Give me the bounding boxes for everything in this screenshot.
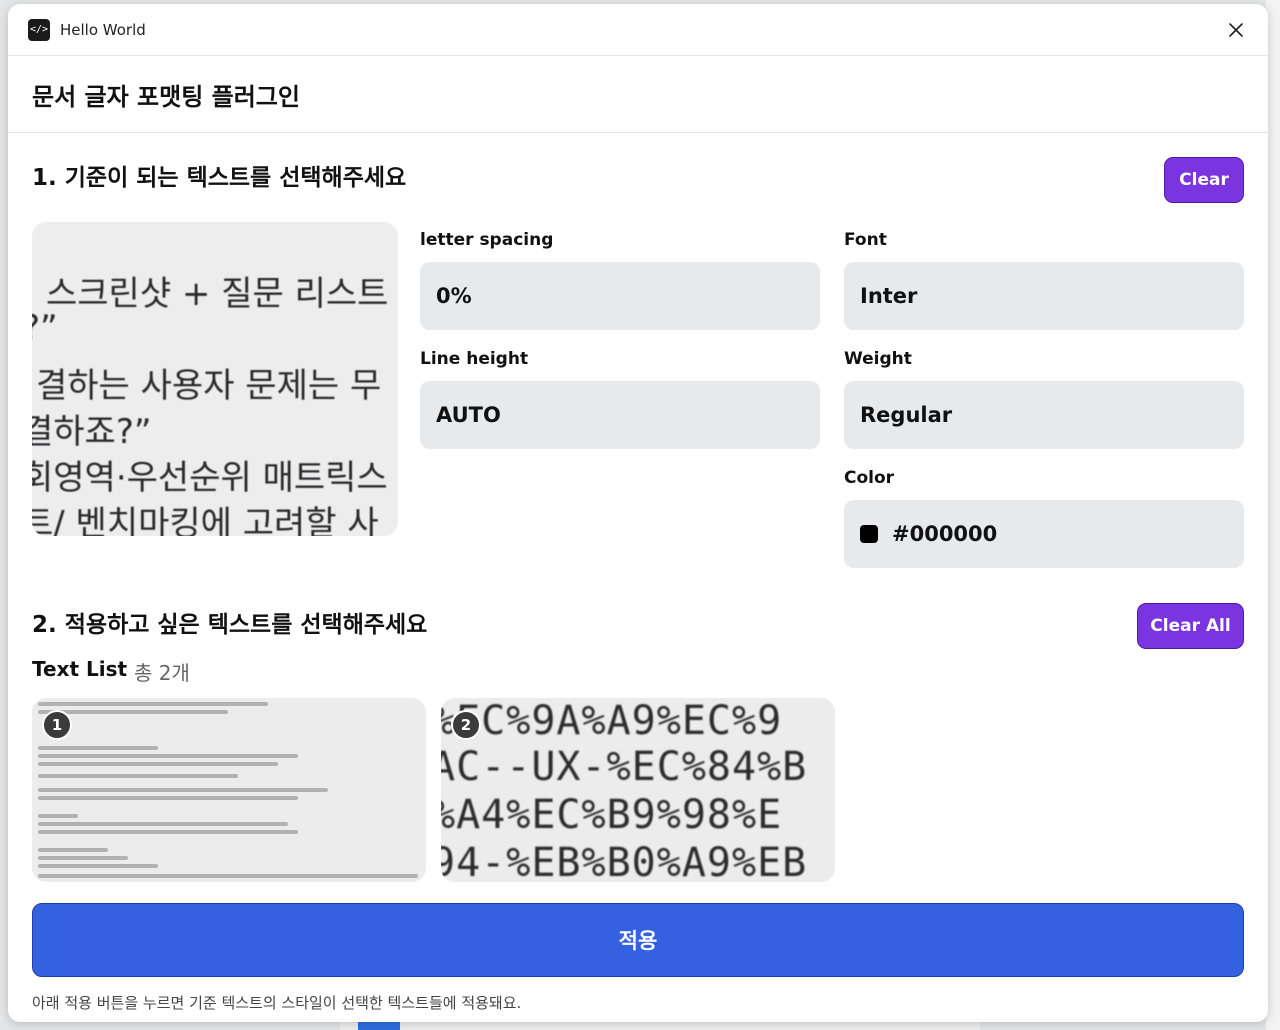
doc-line [38,814,78,818]
close-icon [1229,22,1243,37]
doc-line [38,874,418,878]
color-label: Color [844,468,895,488]
doc-line [38,762,278,766]
letter-spacing-label: letter spacing [420,230,554,250]
letter-spacing-field[interactable]: 0% [420,262,820,330]
section2-title: 2. 적용하고 싶은 텍스트를 선택해주세요 [32,612,428,638]
preview-line: 스크린샷 + 질문 리스트 [46,274,389,314]
reference-text-preview[interactable]: 스크린샷 + 질문 리스트 ?” 결하는 사용자 문제는 무 결하죠?” 회영역… [32,222,398,536]
url-line: %EC%9A%A9%EC%9 [441,698,783,744]
item-number-badge: 2 [451,710,481,740]
preview-line: 트/ 벤치마킹에 고려할 사 [32,504,379,536]
plugin-window: </> Hello World 문서 글자 포맷팅 플러그인 1. 기준이 되는… [8,4,1268,1022]
line-height-label: Line height [420,349,529,369]
doc-line [38,788,328,792]
line-height-field[interactable]: AUTO [420,381,820,449]
title-bar: </> Hello World [8,4,1268,56]
text-list-count: 총 2개 [134,661,190,685]
color-value: #000000 [892,522,998,546]
footnote: 아래 적용 버튼을 누르면 기준 텍스트의 스타일이 선택한 텍스트들에 적용돼… [32,994,522,1012]
page-title: 문서 글자 포맷팅 플러그인 [32,82,300,111]
font-field[interactable]: Inter [844,262,1244,330]
doc-line [38,754,298,758]
doc-line [38,796,298,800]
weight-field[interactable]: Regular [844,381,1244,449]
doc-line [38,864,158,868]
doc-line [38,746,158,750]
doc-line [38,856,128,860]
doc-line [38,774,238,778]
text-list-title: Text List [32,657,128,681]
close-button[interactable] [1224,18,1248,42]
preview-line: 결하죠?” [32,412,152,452]
url-line: AC--UX-%EC%84%B [441,744,808,790]
doc-line [38,848,108,852]
preview-line: 회영역·우선순위 매트릭스 [32,458,388,498]
clear-button[interactable]: Clear [1164,157,1244,203]
apply-button[interactable]: 적용 [32,903,1244,977]
code-icon: </> [28,18,50,41]
weight-label: Weight [844,349,912,369]
clear-all-button[interactable]: Clear All [1137,603,1244,649]
color-field[interactable]: #000000 [844,500,1244,568]
doc-line [38,830,298,834]
doc-line [38,702,268,706]
text-list-item[interactable]: 1 [32,698,426,882]
preview-line: ?” [32,308,58,348]
section1-title: 1. 기준이 되는 텍스트를 선택해주세요 [32,165,407,191]
doc-line [38,822,288,826]
color-swatch [860,525,878,543]
url-line: 94-%EB%B0%A9%EB [441,840,808,882]
preview-line: 결하는 사용자 문제는 무 [36,366,382,406]
url-line: %A4%EC%B9%98%E [441,792,783,838]
background-app-edge [1266,0,1280,1030]
font-label: Font [844,230,887,250]
page-header: 문서 글자 포맷팅 플러그인 [8,56,1268,133]
text-list-item[interactable]: %EC%9A%A9%EC%9 AC--UX-%EC%84%B %A4%EC%B9… [441,698,835,882]
item-number-badge: 1 [42,710,72,740]
window-title: Hello World [60,20,146,39]
